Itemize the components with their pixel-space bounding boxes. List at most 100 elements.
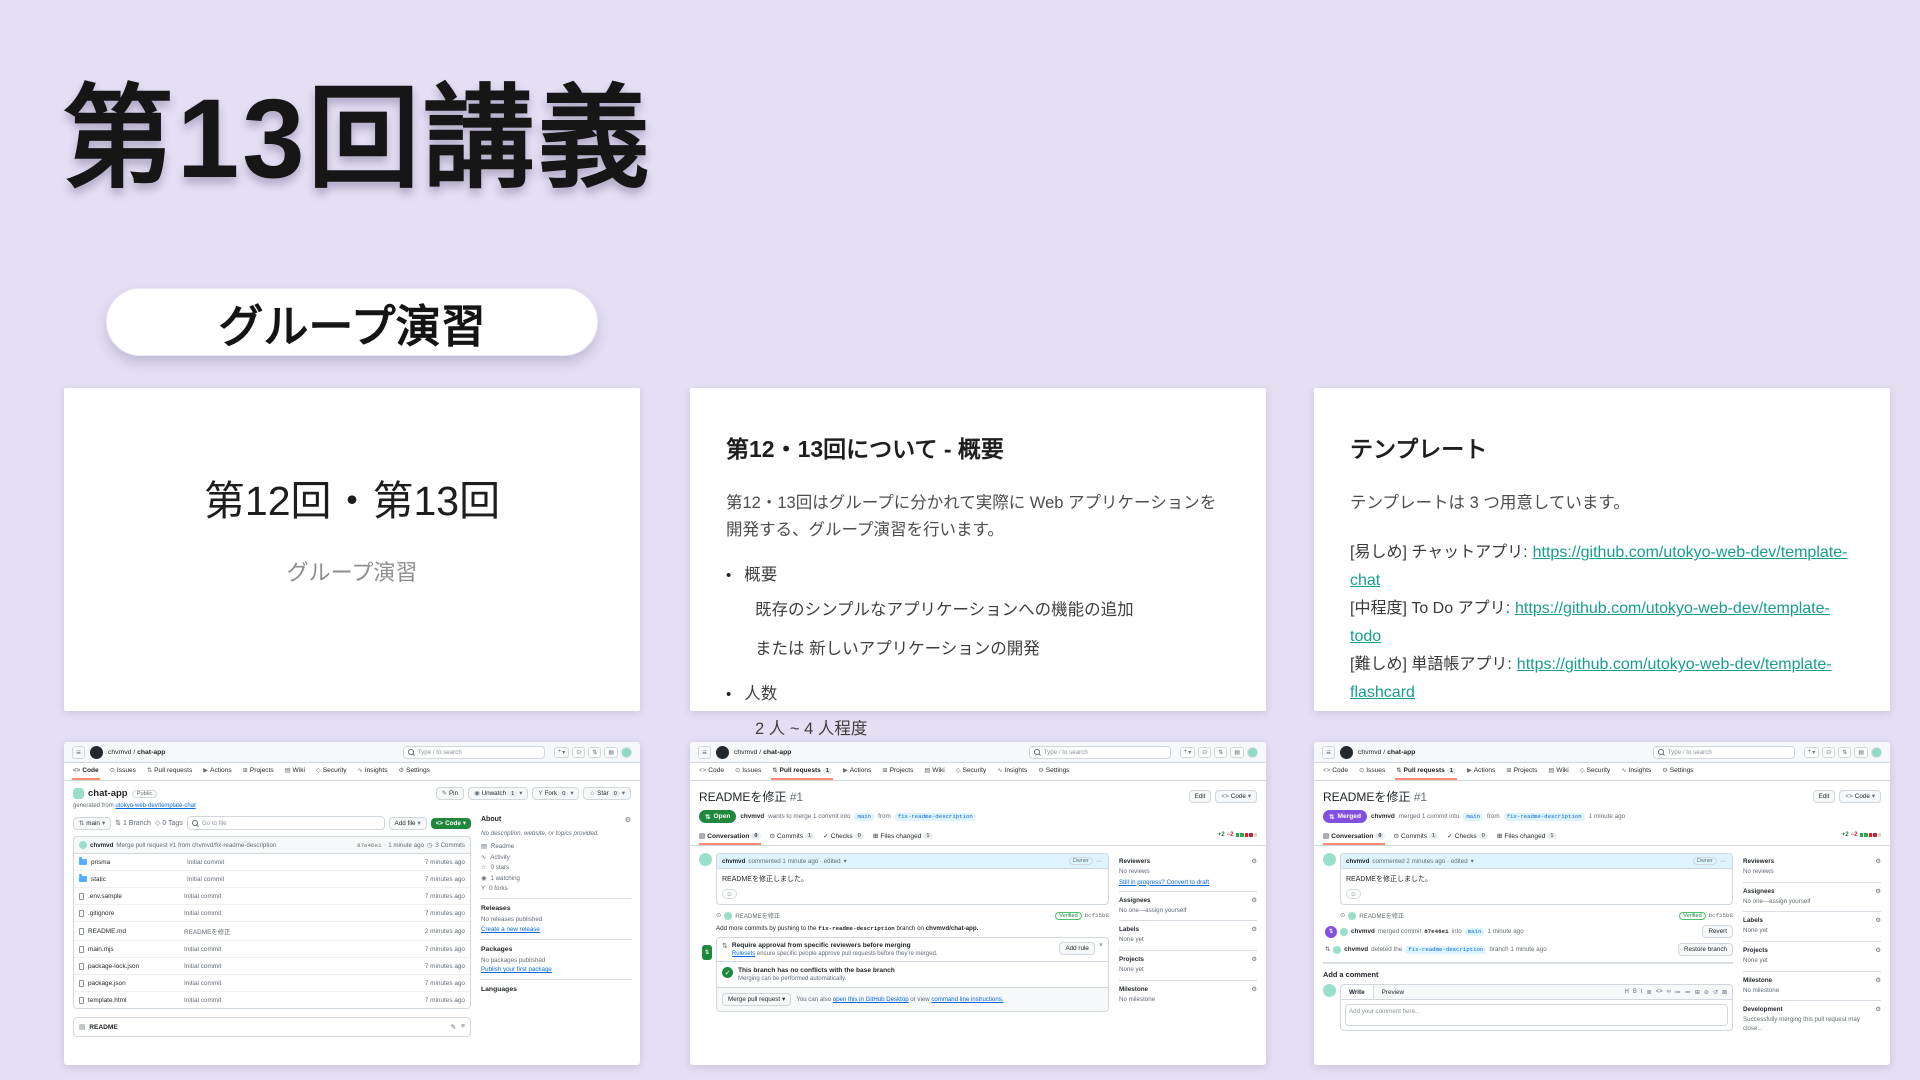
avatar[interactable] <box>1323 853 1336 866</box>
merged-commit-hash[interactable]: 87e46e1 <box>1424 928 1448 935</box>
file-row[interactable]: main.mjs Initial commit 7 minutes ago <box>74 941 470 958</box>
avatar[interactable] <box>1247 747 1258 758</box>
pr-tab[interactable]: ▤Conversation0 <box>699 829 761 845</box>
search-input[interactable]: Type / to search <box>403 746 545 759</box>
gear-icon[interactable]: ⚙ <box>1251 858 1257 865</box>
pull-requests-icon[interactable]: ⇅ <box>1838 747 1851 758</box>
formatting-tool-icon[interactable]: ∞ <box>1667 989 1671 996</box>
edit-button[interactable]: Edit <box>1189 790 1212 803</box>
code-button[interactable]: <>Code▾ <box>1839 790 1881 803</box>
search-input[interactable]: Type / to search <box>1653 746 1795 759</box>
inbox-icon[interactable]: ▤ <box>604 747 618 758</box>
rulesets-link[interactable]: Rulesets <box>732 951 755 957</box>
commits-count[interactable]: 3 Commits <box>435 842 465 849</box>
github-logo-icon[interactable] <box>716 746 729 759</box>
repo-nav-tab[interactable]: ⊞Projects <box>1505 763 1538 780</box>
formatting-tool-icon[interactable]: B <box>1633 989 1637 996</box>
repo-nav-tab[interactable]: ▶Actions <box>842 763 872 780</box>
formatting-tool-icon[interactable]: ⊞ <box>1695 989 1700 996</box>
gear-icon[interactable]: ⚙ <box>1251 897 1257 904</box>
repo-nav-tab[interactable]: ⇅Pull requests1 <box>1395 763 1457 780</box>
repo-nav-tab[interactable]: ◇Security <box>315 763 348 780</box>
avatar[interactable] <box>699 853 712 866</box>
repo-nav-tab[interactable]: ∿Insights <box>1620 763 1652 780</box>
file-row[interactable]: static Initial commit 7 minutes ago <box>74 871 470 888</box>
breadcrumb-owner[interactable]: chvmvd <box>108 749 131 756</box>
head-branch-label[interactable]: fix-readme-description <box>1504 813 1585 821</box>
repo-nav-tab[interactable]: ▶Actions <box>202 763 232 780</box>
pr-tab[interactable]: ⊞Files changed1 <box>1497 829 1557 845</box>
repo-name[interactable]: chat-app <box>88 788 128 799</box>
breadcrumb-repo[interactable]: chat-app <box>1387 749 1415 756</box>
gear-icon[interactable]: ⚙ <box>1875 917 1881 924</box>
gear-icon[interactable]: ⚙ <box>1875 888 1881 895</box>
about-item[interactable]: ∿Activity <box>481 854 631 861</box>
pr-tab[interactable]: ✓Checks0 <box>823 829 864 845</box>
close-icon[interactable]: × <box>1099 942 1103 949</box>
branches-count[interactable]: ⇅ 1 Branch <box>115 819 151 827</box>
revert-button[interactable]: Revert <box>1702 925 1733 938</box>
gear-icon[interactable]: ⚙ <box>1875 858 1881 865</box>
formatting-tool-icon[interactable]: ≣ <box>1647 989 1652 996</box>
repo-nav-tab[interactable]: <>Code <box>698 763 725 780</box>
pr-tab[interactable]: ▤Conversation0 <box>1323 829 1385 845</box>
breadcrumb-owner[interactable]: chvmvd <box>1358 749 1381 756</box>
pull-requests-icon[interactable]: ⇅ <box>588 747 601 758</box>
file-row[interactable]: .env.sample Initial commit 7 minutes ago <box>74 888 470 905</box>
file-row[interactable]: README.md READMEを修正 2 minutes ago <box>74 922 470 941</box>
packages-heading[interactable]: Packages <box>481 946 631 953</box>
base-branch-label[interactable]: main <box>1465 928 1485 936</box>
about-item[interactable]: ◉1 watching <box>481 875 631 882</box>
publish-package-link[interactable]: Publish your first package <box>481 966 552 973</box>
commit-message[interactable]: READMEを修正 <box>1359 911 1404 920</box>
inbox-icon[interactable]: ▤ <box>1854 747 1868 758</box>
issues-icon[interactable]: ⊙ <box>1198 747 1211 758</box>
pull-requests-icon[interactable]: ⇅ <box>1214 747 1227 758</box>
commit-author[interactable]: chvmvd <box>90 842 113 849</box>
pin-button[interactable]: ✎Pin <box>436 787 464 800</box>
formatting-tool-icon[interactable]: ↺ <box>1713 989 1718 996</box>
search-input[interactable]: Type / to search <box>1029 746 1171 759</box>
hamburger-menu-icon[interactable]: ≡ <box>698 746 711 759</box>
fork-button[interactable]: YFork0▾ <box>532 787 579 800</box>
issues-icon[interactable]: ⊙ <box>572 747 585 758</box>
repo-nav-tab[interactable]: ⚙Settings <box>1661 763 1694 780</box>
formatting-tool-icon[interactable]: H <box>1625 989 1629 996</box>
template-source-link[interactable]: utokyo-web-dev/template-chat <box>115 803 195 809</box>
comment-input[interactable]: Add your comment here... <box>1345 1004 1728 1026</box>
emoji-reaction-button[interactable]: ☺ <box>722 889 737 899</box>
formatting-tool-icon[interactable]: I <box>1641 989 1643 996</box>
formatting-tool-icon[interactable]: ≕ <box>1685 989 1691 996</box>
file-row[interactable]: template.html Initial commit 7 minutes a… <box>74 992 470 1008</box>
file-row[interactable]: package-lock.json Initial commit 7 minut… <box>74 958 470 975</box>
inbox-icon[interactable]: ▤ <box>1230 747 1244 758</box>
pr-tab[interactable]: ✓Checks0 <box>1447 829 1488 845</box>
base-branch-label[interactable]: main <box>1463 813 1483 821</box>
gear-icon[interactable]: ⚙ <box>1251 956 1257 963</box>
pr-tab[interactable]: ⊞Files changed1 <box>873 829 933 845</box>
pr-author[interactable]: chvmvd <box>740 813 764 820</box>
repo-nav-tab[interactable]: <>Code <box>1322 763 1349 780</box>
branch-selector[interactable]: ⇅main▾ <box>73 817 111 830</box>
gear-icon[interactable]: ⚙ <box>1251 926 1257 933</box>
formatting-tool-icon[interactable]: <> <box>1656 989 1663 996</box>
file-row[interactable]: .gitignore Initial commit 7 minutes ago <box>74 905 470 922</box>
edit-icon[interactable]: ✎ <box>451 1023 457 1031</box>
repo-nav-tab[interactable]: <>Code <box>72 763 100 780</box>
write-tab[interactable]: Write <box>1341 985 1374 999</box>
gear-icon[interactable]: ⚙ <box>1875 1006 1881 1013</box>
github-logo-icon[interactable] <box>90 746 103 759</box>
goto-file-input[interactable]: Go to file <box>187 816 385 830</box>
star-button[interactable]: ☆Star0▾ <box>583 787 631 800</box>
pr-tab[interactable]: ⊙Commits1 <box>770 829 815 845</box>
pr-tab[interactable]: ⊙Commits1 <box>1394 829 1439 845</box>
repo-nav-tab[interactable]: ▤Wiki <box>1547 763 1569 780</box>
emoji-reaction-button[interactable]: ☺ <box>1346 889 1361 899</box>
file-row[interactable]: prisma Initial commit 7 minutes ago <box>74 854 470 871</box>
about-item[interactable]: ☆0 stars <box>481 864 631 871</box>
file-row[interactable]: package.json Initial commit 7 minutes ag… <box>74 975 470 992</box>
sidebar-link[interactable]: Still in progress? Convert to draft <box>1119 879 1257 886</box>
avatar[interactable] <box>1871 747 1882 758</box>
repo-nav-tab[interactable]: ∿Insights <box>357 763 389 780</box>
repo-nav-tab[interactable]: ⇅Pull requests <box>146 763 193 780</box>
